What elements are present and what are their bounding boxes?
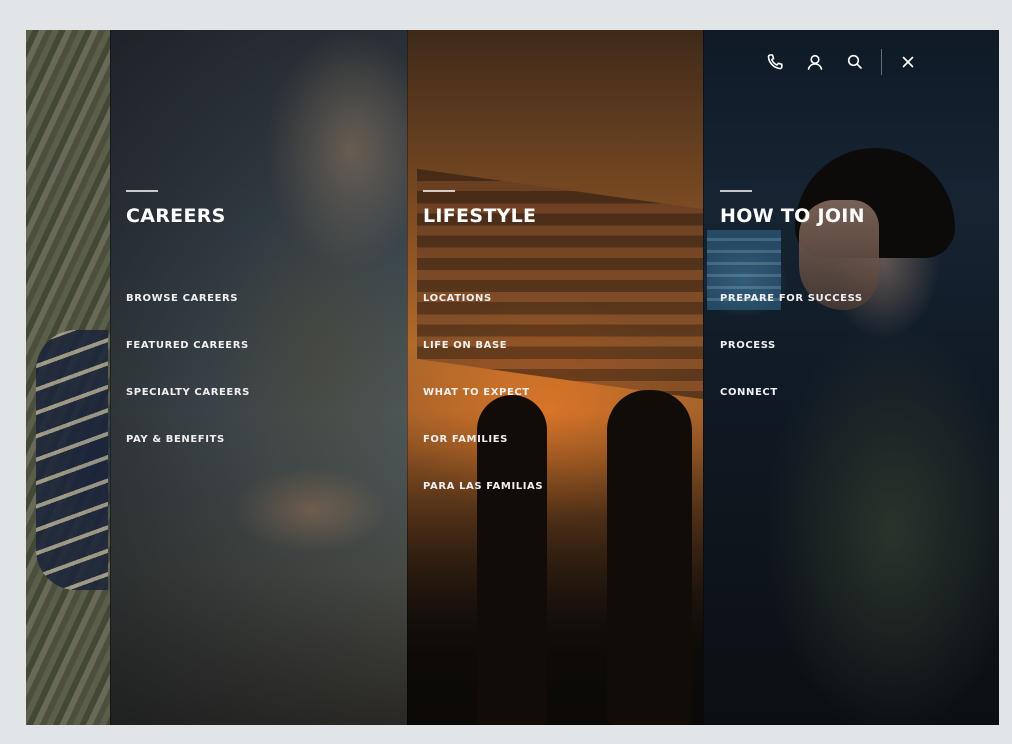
process-link[interactable]: PROCESS bbox=[720, 339, 776, 353]
how-to-join-heading[interactable]: HOW TO JOIN bbox=[720, 204, 865, 228]
how-to-join-link-list: PREPARE FOR SUCCESS PROCESS CONNECT bbox=[720, 286, 865, 427]
lifestyle-link-list: LOCATIONS LIFE ON BASE WHAT TO EXPECT FO… bbox=[423, 286, 543, 521]
rank-insignia-image bbox=[36, 330, 108, 590]
list-item: LIFE ON BASE bbox=[423, 333, 543, 380]
list-item: CONNECT bbox=[720, 380, 865, 427]
panel-divider bbox=[703, 30, 704, 725]
panel-divider bbox=[407, 30, 408, 725]
lifestyle-menu-column: LIFESTYLE LOCATIONS LIFE ON BASE WHAT TO… bbox=[423, 190, 543, 521]
phone-icon[interactable] bbox=[755, 50, 795, 74]
list-item: PREPARE FOR SUCCESS bbox=[720, 286, 865, 333]
featured-careers-link[interactable]: FEATURED CAREERS bbox=[126, 339, 249, 353]
careers-menu-column: CAREERS BROWSE CAREERS FEATURED CAREERS … bbox=[126, 190, 250, 474]
list-item: FEATURED CAREERS bbox=[126, 333, 250, 380]
life-on-base-link[interactable]: LIFE ON BASE bbox=[423, 339, 507, 353]
connect-link[interactable]: CONNECT bbox=[720, 386, 778, 400]
specialty-careers-link[interactable]: SPECIALTY CAREERS bbox=[126, 386, 250, 400]
what-to-expect-link[interactable]: WHAT TO EXPECT bbox=[423, 386, 530, 400]
para-las-familias-link[interactable]: PARA LAS FAMILIAS bbox=[423, 480, 543, 494]
panel-divider bbox=[110, 30, 111, 725]
search-icon[interactable] bbox=[835, 50, 875, 74]
utility-separator bbox=[881, 49, 882, 75]
how-to-join-menu-column: HOW TO JOIN PREPARE FOR SUCCESS PROCESS … bbox=[720, 190, 865, 427]
list-item: PAY & BENEFITS bbox=[126, 427, 250, 474]
locations-link[interactable]: LOCATIONS bbox=[423, 292, 492, 306]
close-icon[interactable] bbox=[888, 50, 928, 74]
list-item: PARA LAS FAMILIAS bbox=[423, 474, 543, 521]
prepare-for-success-link[interactable]: PREPARE FOR SUCCESS bbox=[720, 292, 863, 306]
list-item: BROWSE CAREERS bbox=[126, 286, 250, 333]
pay-benefits-link[interactable]: PAY & BENEFITS bbox=[126, 433, 225, 447]
silhouette-image bbox=[607, 390, 692, 725]
careers-link-list: BROWSE CAREERS FEATURED CAREERS SPECIALT… bbox=[126, 286, 250, 474]
heading-rule bbox=[423, 190, 455, 192]
list-item: PROCESS bbox=[720, 333, 865, 380]
user-icon[interactable] bbox=[795, 50, 835, 74]
careers-heading[interactable]: CAREERS bbox=[126, 204, 250, 228]
utility-bar bbox=[755, 49, 928, 75]
for-families-link[interactable]: FOR FAMILIES bbox=[423, 433, 508, 447]
lifestyle-heading[interactable]: LIFESTYLE bbox=[423, 204, 543, 228]
list-item: FOR FAMILIES bbox=[423, 427, 543, 474]
list-item: SPECIALTY CAREERS bbox=[126, 380, 250, 427]
background-photo-uniform bbox=[26, 30, 110, 725]
browse-careers-link[interactable]: BROWSE CAREERS bbox=[126, 292, 238, 306]
list-item: WHAT TO EXPECT bbox=[423, 380, 543, 427]
heading-rule bbox=[720, 190, 752, 192]
list-item: LOCATIONS bbox=[423, 286, 543, 333]
heading-rule bbox=[126, 190, 158, 192]
